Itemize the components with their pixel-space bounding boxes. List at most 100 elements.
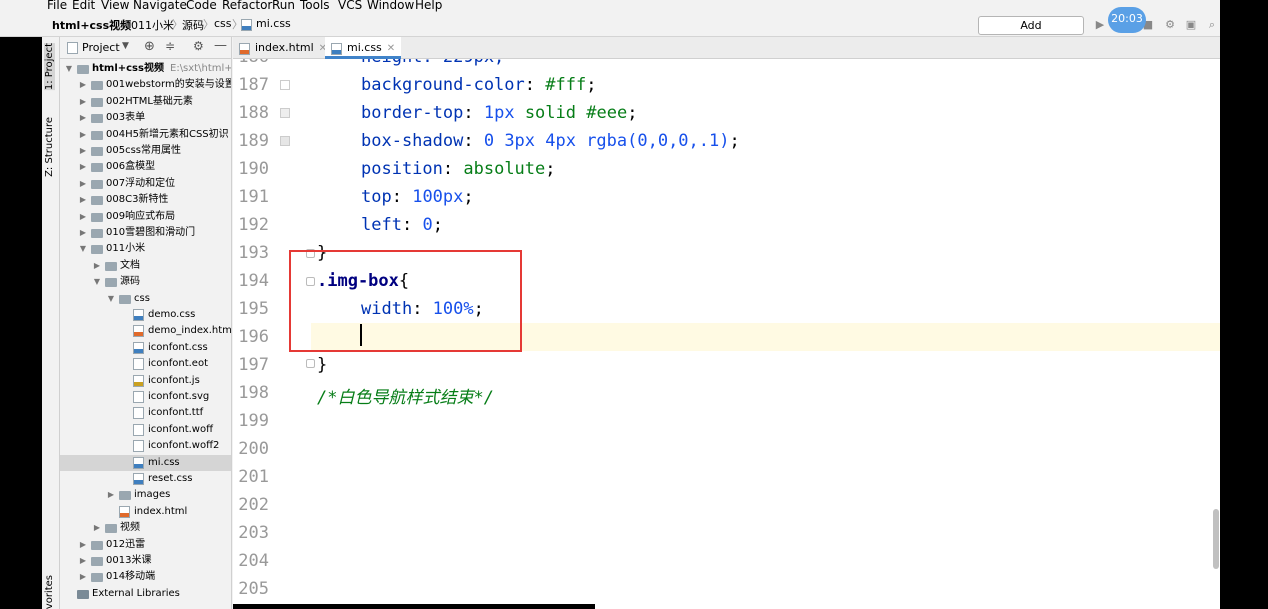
menu-help[interactable]: Help: [415, 0, 442, 12]
chevron-right-icon[interactable]: ▶: [78, 553, 88, 569]
breadcrumb-source[interactable]: 源码: [182, 17, 204, 33]
breadcrumb-folder[interactable]: 011小米: [131, 17, 174, 33]
chevron-right-icon[interactable]: ▶: [78, 143, 88, 159]
chevron-right-icon[interactable]: ▶: [78, 569, 88, 585]
tree-file-item[interactable]: iconfont.js: [60, 373, 231, 389]
tree-folder-item[interactable]: ▶ 005css常用属性: [60, 143, 231, 159]
tree-folder-item[interactable]: ▼ css: [60, 291, 231, 307]
chevron-down-icon[interactable]: ▼: [106, 291, 116, 307]
tree-folder-item[interactable]: ▶ 014移动端: [60, 569, 231, 585]
chevron-right-icon[interactable]: ▶: [78, 209, 88, 225]
menu-edit[interactable]: Edit: [72, 0, 95, 12]
tree-folder-item[interactable]: ▼ 源码: [60, 274, 231, 290]
tree-item-label: iconfont.woff: [148, 423, 213, 435]
tree-file-item[interactable]: mi.css: [60, 454, 231, 471]
color-swatch[interactable]: [280, 80, 290, 90]
tree-file-item[interactable]: iconfont.ttf: [60, 405, 231, 421]
tree-item-label: 012迅雷: [106, 538, 146, 550]
tree-file-item[interactable]: demo_index.html: [60, 323, 231, 339]
tree-folder-item[interactable]: ▶ 010雪碧图和滑动门: [60, 225, 231, 241]
menu-navigate[interactable]: Navigate: [133, 0, 187, 12]
run-icon[interactable]: ▶: [1092, 17, 1108, 33]
breadcrumb-file[interactable]: mi.css: [256, 17, 291, 30]
tree-file-item[interactable]: demo.css: [60, 307, 231, 323]
tree-file-item[interactable]: iconfont.eot: [60, 356, 231, 372]
tree-file-item[interactable]: index.html: [60, 504, 231, 520]
add-configuration-button[interactable]: Add Configuration...: [978, 16, 1084, 49]
menu-run[interactable]: Run: [272, 0, 295, 12]
tree-folder-item[interactable]: ▶ 009响应式布局: [60, 209, 231, 225]
menu-code[interactable]: Code: [186, 0, 217, 12]
tree-folder-item[interactable]: ▼ html+css视频 E:\sxt\html+cs: [60, 61, 231, 77]
minimize-icon[interactable]: —: [214, 38, 227, 53]
menu-file[interactable]: File: [47, 0, 67, 12]
chevron-right-icon[interactable]: ▶: [78, 159, 88, 175]
menu-view[interactable]: View: [101, 0, 129, 12]
html-file-icon: [119, 505, 130, 518]
tree-file-item[interactable]: iconfont.woff2: [60, 438, 231, 454]
chevron-right-icon[interactable]: ▶: [78, 110, 88, 126]
tree-folder-item[interactable]: ▶ 001webstorm的安装与设置: [60, 77, 231, 93]
tree-item-label: demo.css: [148, 309, 196, 320]
tab-mi-css[interactable]: mi.css ✕: [325, 37, 402, 59]
color-swatch[interactable]: [280, 136, 290, 146]
tree-folder-item[interactable]: ▶ 002HTML基础元素: [60, 94, 231, 110]
menu-vcs[interactable]: VCS: [338, 0, 362, 12]
chevron-right-icon[interactable]: ▶: [78, 192, 88, 208]
layout-icon[interactable]: ▣: [1183, 17, 1199, 33]
menu-tools[interactable]: Tools: [300, 0, 330, 12]
tree-folder-item[interactable]: ▶ 004H5新增元素和CSS初识: [60, 127, 231, 143]
collapse-icon[interactable]: ≑: [165, 39, 175, 53]
breadcrumb-root[interactable]: html+css视频: [52, 17, 131, 33]
chevron-right-icon[interactable]: ▶: [106, 487, 116, 503]
settings-icon[interactable]: ⚙: [1162, 17, 1178, 33]
color-swatch[interactable]: [280, 108, 290, 118]
breadcrumb-css[interactable]: css: [214, 17, 232, 30]
search-icon[interactable]: ⌕: [1204, 17, 1220, 33]
tree-file-item[interactable]: reset.css: [60, 471, 231, 487]
tree-folder-item[interactable]: ▶ images: [60, 487, 231, 503]
tree-folder-item[interactable]: ▶ 003表单: [60, 110, 231, 126]
tree-folder-item[interactable]: ▼ 011小米: [60, 241, 231, 257]
tree-folder-item[interactable]: ▶ 文档: [60, 258, 231, 274]
menu-refactor[interactable]: Refactor: [222, 0, 272, 12]
tab-index-html[interactable]: index.html ✕: [233, 37, 333, 59]
tree-folder-item[interactable]: ▶ 008C3新特性: [60, 192, 231, 208]
favorites-tool-tab[interactable]: vorites: [44, 575, 55, 609]
fold-marker[interactable]: [306, 359, 315, 368]
code-line-192: left: 0;: [361, 215, 443, 235]
tree-file-item[interactable]: iconfont.svg: [60, 389, 231, 405]
chevron-down-icon[interactable]: ▼: [64, 61, 74, 77]
tree-file-item[interactable]: External Libraries: [60, 586, 231, 602]
tree-file-item[interactable]: iconfont.css: [60, 340, 231, 356]
chevron-right-icon[interactable]: ▶: [78, 176, 88, 192]
menu-window[interactable]: Window: [367, 0, 414, 12]
close-icon[interactable]: ✕: [387, 43, 395, 54]
structure-tool-tab[interactable]: Z: Structure: [44, 117, 55, 177]
project-tool-tab[interactable]: 1: Project: [44, 43, 55, 91]
css-file-icon: [331, 43, 342, 55]
tree-folder-item[interactable]: ▶ 0013米课: [60, 553, 231, 569]
chevron-right-icon[interactable]: ▶: [92, 258, 102, 274]
chevron-right-icon[interactable]: ▶: [92, 520, 102, 536]
chevron-down-icon[interactable]: ▼: [78, 241, 88, 257]
project-title[interactable]: Project: [82, 41, 120, 54]
code-line-198: /*白色导航样式结束*/: [317, 388, 494, 408]
tree-folder-item[interactable]: ▶ 视频: [60, 520, 231, 536]
tree-folder-item[interactable]: ▶ 006盒模型: [60, 159, 231, 175]
target-icon[interactable]: ⊕: [144, 39, 155, 54]
tree-folder-item[interactable]: ▶ 007浮动和定位: [60, 176, 231, 192]
chevron-down-icon[interactable]: ▼: [122, 41, 129, 51]
chevron-right-icon[interactable]: ▶: [78, 94, 88, 110]
chevron-right-icon[interactable]: ▶: [78, 77, 88, 93]
chevron-right-icon[interactable]: ▶: [78, 537, 88, 553]
chevron-right-icon[interactable]: ▶: [78, 127, 88, 143]
css-property: box-shadow: [361, 131, 464, 151]
tree-folder-item[interactable]: ▶ 012迅雷: [60, 537, 231, 553]
scrollbar-thumb[interactable]: [1213, 509, 1219, 569]
chevron-down-icon[interactable]: ▼: [92, 274, 102, 290]
tree-item-label: iconfont.svg: [148, 391, 210, 402]
chevron-right-icon[interactable]: ▶: [78, 225, 88, 241]
tree-file-item[interactable]: iconfont.woff: [60, 422, 231, 438]
gear-icon[interactable]: ⚙: [193, 39, 204, 53]
